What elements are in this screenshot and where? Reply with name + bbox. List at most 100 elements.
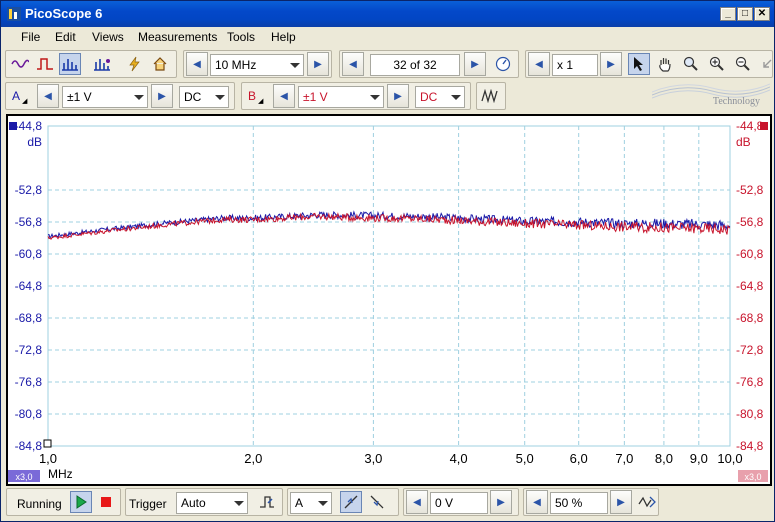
- menu-measurements[interactable]: Measurements: [138, 30, 217, 44]
- stop-button[interactable]: [95, 491, 117, 513]
- close-button[interactable]: ✕: [754, 7, 770, 21]
- scale-badge-right-text: x3,0: [744, 472, 761, 482]
- trigger-mode-select[interactable]: Auto: [176, 492, 248, 514]
- channel-a-label[interactable]: A: [12, 89, 20, 103]
- menu-help[interactable]: Help: [271, 30, 296, 44]
- plot-area-border: [47, 125, 731, 447]
- menu-views[interactable]: Views: [92, 30, 124, 44]
- pretrigger-next-button[interactable]: ▶: [610, 490, 632, 514]
- advanced-trigger-icon[interactable]: [256, 491, 278, 513]
- zoom-field[interactable]: x 1: [552, 54, 598, 76]
- zoom-window-icon[interactable]: [680, 53, 702, 75]
- zoom-out-icon[interactable]: [732, 53, 754, 75]
- pico-technology-logo: Technology: [652, 81, 770, 111]
- window-title: PicoScope 6: [25, 6, 103, 21]
- trigger-mode-value: Auto: [181, 496, 206, 510]
- channel-b-options-icon[interactable]: ◢: [258, 97, 263, 105]
- signal-generator-icon[interactable]: [479, 85, 501, 107]
- y-tick-label-left: -60,8: [15, 247, 43, 261]
- zoom-group: ◀ x 1 ▶: [525, 50, 773, 78]
- channel-b-coupling-value: DC: [420, 90, 438, 104]
- zoom-prev-button[interactable]: ◀: [528, 52, 550, 76]
- y-tick-label-right: -52,8: [736, 183, 764, 197]
- menu-file[interactable]: File: [21, 30, 40, 44]
- x-tick-label: 5,0: [516, 451, 534, 466]
- y-tick-label-right: -64,8: [736, 279, 764, 293]
- channel-a-coupling-select[interactable]: DC: [179, 86, 229, 108]
- zoom-in-icon[interactable]: [706, 53, 728, 75]
- channel-a-options-icon[interactable]: ◢: [22, 97, 27, 105]
- run-group: Running: [6, 488, 121, 516]
- y-tick-label-right: -72,8: [736, 343, 764, 357]
- buffer-navigator-icon[interactable]: [492, 53, 514, 75]
- threshold-field[interactable]: 0 V: [430, 492, 488, 514]
- y-tick-label-right: -76,8: [736, 375, 764, 389]
- run-state-label: Running: [17, 497, 62, 511]
- threshold-next-button[interactable]: ▶: [490, 490, 512, 514]
- menu-edit[interactable]: Edit: [55, 30, 76, 44]
- chart-labels: -44,8 -44,8 -52,8 -52,8 -56,8 -56,8 -60,8 -60,8…: [8, 119, 768, 482]
- trigger-settings-icon[interactable]: [636, 491, 658, 513]
- channel-toolbar: A ◢ ◀ ±1 V ▶ DC B ◢ ◀ ±1 V ▶ DC Technolo…: [2, 81, 773, 113]
- auto-setup-icon[interactable]: [123, 53, 145, 75]
- channel-a-range-next-button[interactable]: ▶: [151, 84, 173, 108]
- spectrum-view[interactable]: -44,8 -44,8 -52,8 -52,8 -56,8 -56,8 -60,8 -60,8…: [6, 114, 772, 486]
- undo-zoom-icon[interactable]: [756, 53, 775, 75]
- x-tick-label: 8,0: [655, 451, 673, 466]
- bandwidth-select[interactable]: 10 MHz: [210, 54, 304, 76]
- signal-generator-group: [476, 82, 506, 110]
- title-bar: PicoScope 6 _ □ ✕: [1, 1, 774, 27]
- mode-toolbar-group: [5, 50, 177, 78]
- buffer-position-field[interactable]: 32 of 32: [370, 54, 460, 76]
- trigger-source-value: A: [295, 496, 304, 510]
- channel-a-axis-marker: [9, 122, 17, 130]
- y-tick-label-right: -60,8: [736, 247, 764, 261]
- channel-a-range-prev-button[interactable]: ◀: [37, 84, 59, 108]
- trigger-source-group: A: [287, 488, 399, 516]
- zoom-next-button[interactable]: ▶: [600, 52, 622, 76]
- chart-series: [47, 210, 731, 241]
- channel-a-range-select[interactable]: ±1 V: [62, 86, 148, 108]
- y-tick-label-left: -56,8: [15, 215, 43, 229]
- bandwidth-prev-button[interactable]: ◀: [186, 52, 208, 76]
- y-unit-left: dB: [27, 135, 42, 149]
- falling-edge-icon[interactable]: [366, 491, 388, 513]
- y-tick-label-left: -80,8: [15, 407, 43, 421]
- spectrum-chart[interactable]: -44,8 -44,8 -52,8 -52,8 -56,8 -56,8 -60,8 -60,8…: [8, 116, 770, 484]
- spectrum-persistence-icon[interactable]: [91, 53, 113, 75]
- bandwidth-next-button[interactable]: ▶: [307, 52, 329, 76]
- rising-edge-icon[interactable]: [340, 491, 362, 513]
- threshold-prev-button[interactable]: ◀: [406, 490, 428, 514]
- minimize-button[interactable]: _: [720, 7, 736, 21]
- pretrigger-field[interactable]: 50 %: [550, 492, 608, 514]
- x-unit-label: MHz: [48, 467, 73, 481]
- pretrigger-prev-button[interactable]: ◀: [526, 490, 548, 514]
- channel-b-range-next-button[interactable]: ▶: [387, 84, 409, 108]
- y-tick-label-right: -68,8: [736, 311, 764, 325]
- x-tick-label: 9,0: [690, 451, 708, 466]
- status-bar: Running Trigger Auto A ◀ 0 V ▶ ◀ 50 % ▶: [2, 487, 773, 517]
- maximize-button[interactable]: □: [737, 7, 753, 21]
- start-button[interactable]: [70, 491, 92, 513]
- home-icon[interactable]: [149, 53, 171, 75]
- y-tick-label-right: -56,8: [736, 215, 764, 229]
- channel-b-group: B ◢ ◀ ±1 V ▶ DC: [241, 82, 471, 110]
- scale-badge-left-text: x3,0: [15, 472, 32, 482]
- channel-a-range-value: ±1 V: [67, 90, 92, 104]
- x-tick-label: 2,0: [244, 451, 262, 466]
- spectrum-mode-icon[interactable]: [59, 53, 81, 75]
- channel-b-coupling-select[interactable]: DC: [415, 86, 465, 108]
- trigger-group: Trigger Auto: [125, 488, 283, 516]
- trigger-source-select[interactable]: A: [290, 492, 332, 514]
- menu-tools[interactable]: Tools: [227, 30, 255, 44]
- channel-b-range-prev-button[interactable]: ◀: [273, 84, 295, 108]
- buffer-prev-button[interactable]: ◀: [342, 52, 364, 76]
- pointer-tool-icon[interactable]: [628, 53, 650, 75]
- persistence-mode-icon[interactable]: [34, 53, 56, 75]
- chart-grid: [47, 125, 731, 447]
- channel-b-range-select[interactable]: ±1 V: [298, 86, 384, 108]
- scope-mode-icon[interactable]: [9, 53, 31, 75]
- hand-tool-icon[interactable]: [654, 53, 676, 75]
- channel-b-label[interactable]: B: [248, 89, 256, 103]
- buffer-next-button[interactable]: ▶: [464, 52, 486, 76]
